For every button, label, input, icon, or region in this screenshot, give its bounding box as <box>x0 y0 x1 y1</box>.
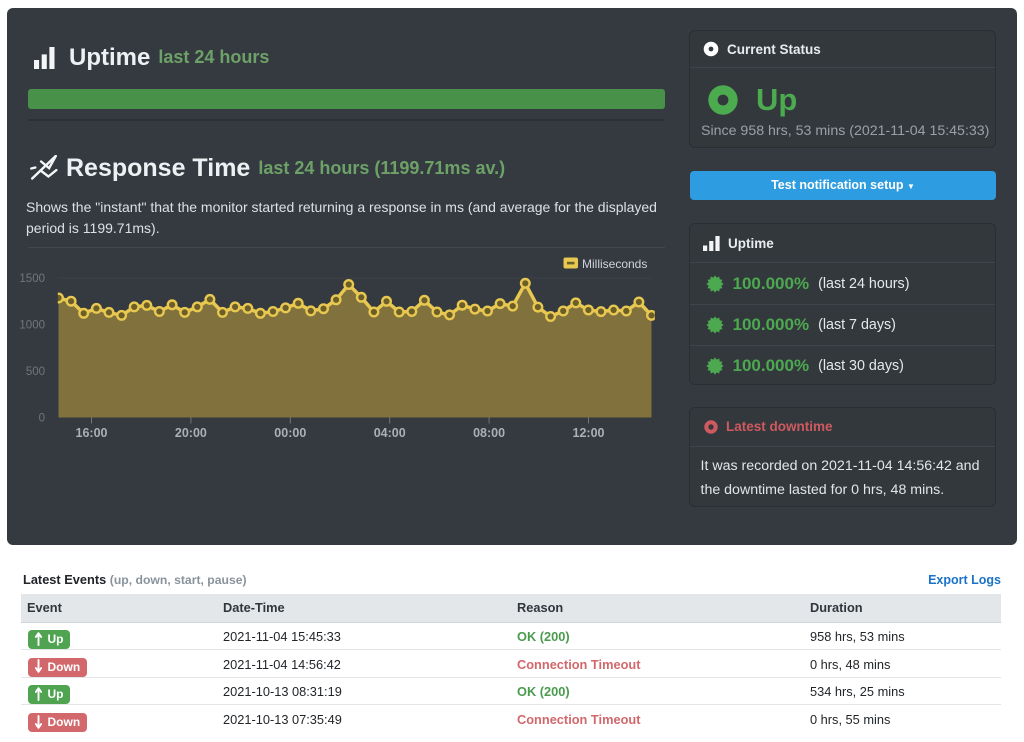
svg-text:1500: 1500 <box>19 273 45 285</box>
svg-text:Milliseconds: Milliseconds <box>582 257 647 271</box>
svg-text:16:00: 16:00 <box>76 426 108 440</box>
svg-text:500: 500 <box>26 366 45 378</box>
svg-text:20:00: 20:00 <box>175 426 207 440</box>
svg-text:12:00: 12:00 <box>573 426 605 440</box>
svg-text:1000: 1000 <box>19 320 45 332</box>
svg-text:04:00: 04:00 <box>374 426 406 440</box>
svg-text:0: 0 <box>39 413 45 425</box>
svg-text:08:00: 08:00 <box>473 426 505 440</box>
svg-text:00:00: 00:00 <box>274 426 306 440</box>
